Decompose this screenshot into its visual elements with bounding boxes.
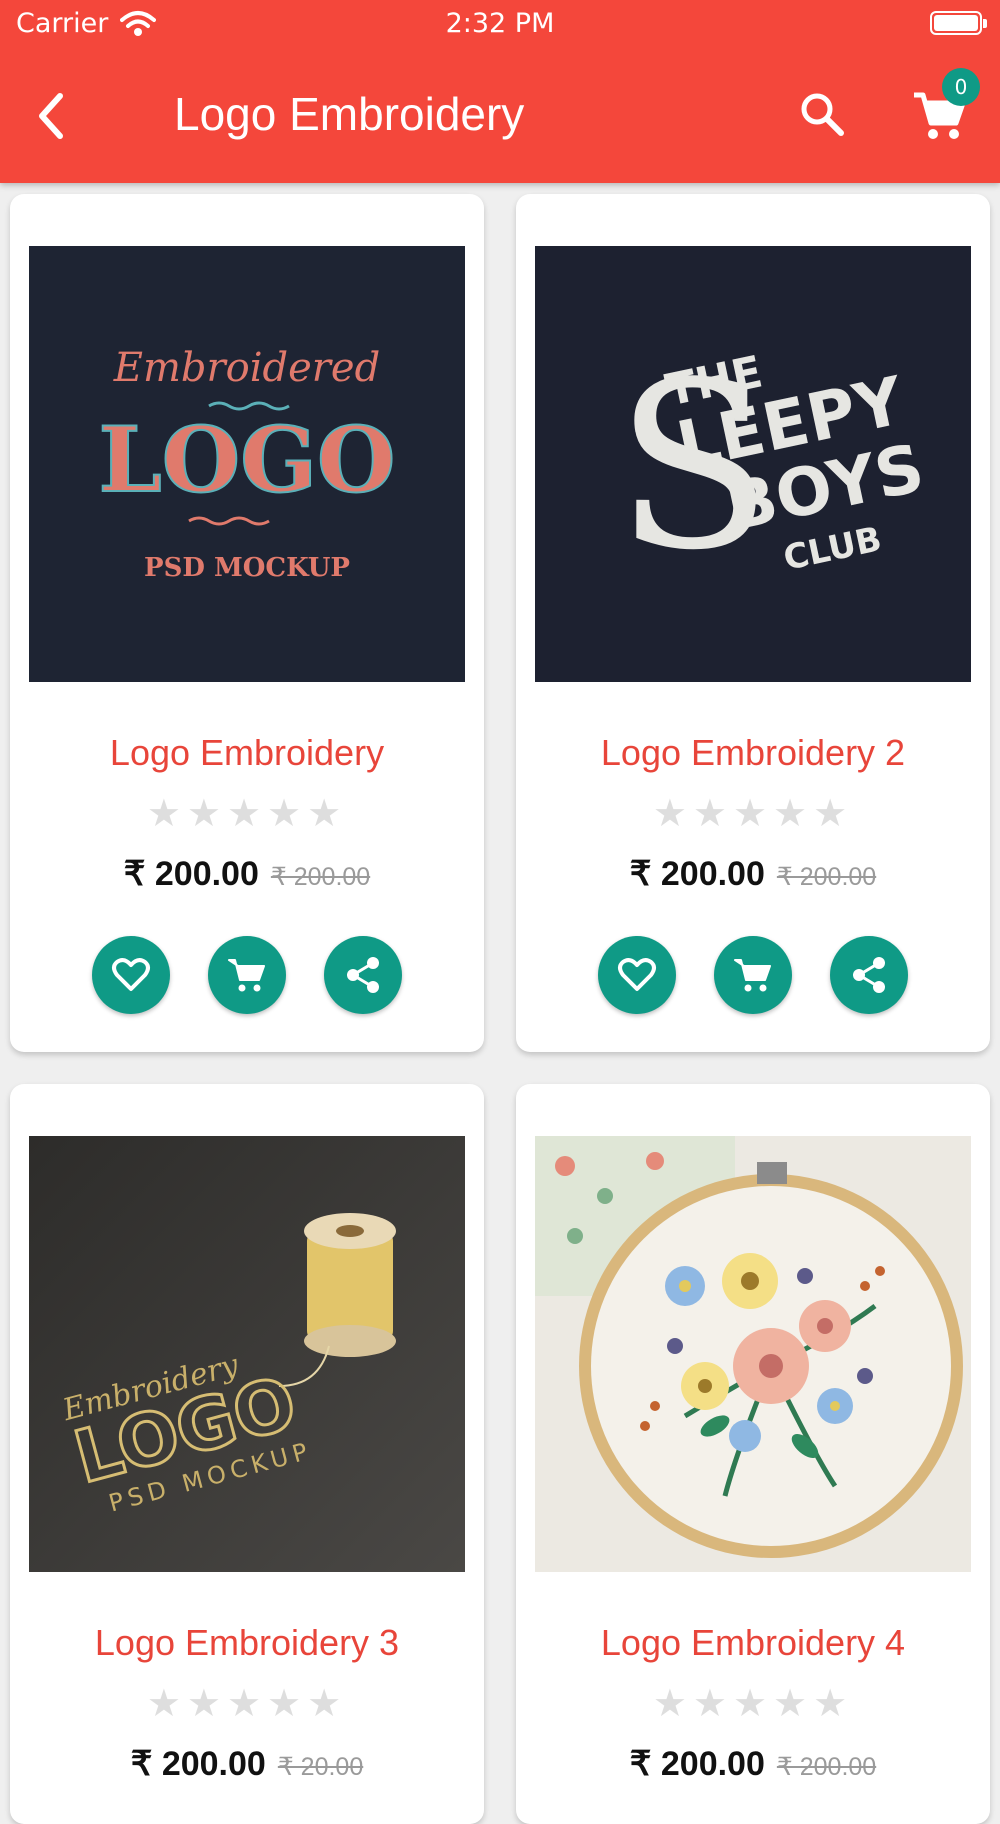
share-icon <box>347 957 379 993</box>
share-button[interactable] <box>830 936 908 1014</box>
back-icon[interactable] <box>30 86 80 146</box>
product-price: ₹ 200.00 <box>123 855 259 893</box>
add-cart-icon <box>734 959 771 992</box>
img-text-sub: PSD MOCKUP <box>144 553 350 583</box>
product-price: ₹ 200.00 <box>629 1745 765 1783</box>
original-price: ₹ 200.00 <box>776 1753 877 1781</box>
product-price: ₹ 200.00 <box>130 1745 266 1783</box>
add-cart-icon <box>228 959 265 992</box>
wishlist-button[interactable] <box>598 936 676 1014</box>
product-name[interactable]: Logo Embroidery <box>10 732 484 774</box>
search-icon[interactable] <box>798 90 846 138</box>
product-image[interactable]: S THE LEEPY BOYS CLUB <box>535 246 971 682</box>
add-to-cart-button[interactable] <box>714 936 792 1014</box>
cart-count-badge: 0 <box>942 68 980 106</box>
star-rating: ★★★★★ <box>652 791 854 835</box>
product-card[interactable]: Embroidery LOGO PSD MOCKUP Logo Embroide… <box>10 1084 484 1824</box>
status-bar: Carrier 2:32 PM <box>0 0 1000 50</box>
product-card[interactable]: Embroidered LOGO PSD MOCKUP Logo Embroid… <box>10 194 484 1052</box>
star-rating: ★★★★★ <box>146 1681 348 1725</box>
star-rating: ★★★★★ <box>146 791 348 835</box>
product-price: ₹ 200.00 <box>629 855 765 893</box>
star-rating: ★★★★★ <box>652 1681 854 1725</box>
img-text-main: LOGO <box>99 407 396 513</box>
heart-icon <box>112 958 150 991</box>
product-image[interactable] <box>535 1136 971 1572</box>
original-price: ₹ 200.00 <box>776 863 877 891</box>
product-name[interactable]: Logo Embroidery 2 <box>516 732 990 774</box>
product-image[interactable]: Embroidered LOGO PSD MOCKUP <box>29 246 465 682</box>
product-image[interactable]: Embroidery LOGO PSD MOCKUP <box>29 1136 465 1572</box>
page-title: Logo Embroidery <box>174 88 525 140</box>
clock: 2:32 PM <box>445 8 555 39</box>
add-to-cart-button[interactable] <box>208 936 286 1014</box>
share-icon <box>853 957 885 993</box>
product-name[interactable]: Logo Embroidery 4 <box>516 1622 990 1664</box>
product-card[interactable]: Logo Embroidery 4 ★★★★★ ₹ 200.00 ₹ 200.00 <box>516 1084 990 1824</box>
wishlist-button[interactable] <box>92 936 170 1014</box>
battery-icon <box>930 11 987 35</box>
app-bar: Carrier 2:32 PM Logo Embroidery 0 <box>0 0 1000 183</box>
product-card[interactable]: S THE LEEPY BOYS CLUB Logo Embroidery 2 … <box>516 194 990 1052</box>
original-price: ₹ 20.00 <box>277 1753 364 1781</box>
product-name[interactable]: Logo Embroidery 3 <box>10 1622 484 1664</box>
heart-icon <box>618 958 656 991</box>
original-price: ₹ 200.00 <box>270 863 371 891</box>
share-button[interactable] <box>324 936 402 1014</box>
img-text-script: Embroidered <box>113 345 380 391</box>
